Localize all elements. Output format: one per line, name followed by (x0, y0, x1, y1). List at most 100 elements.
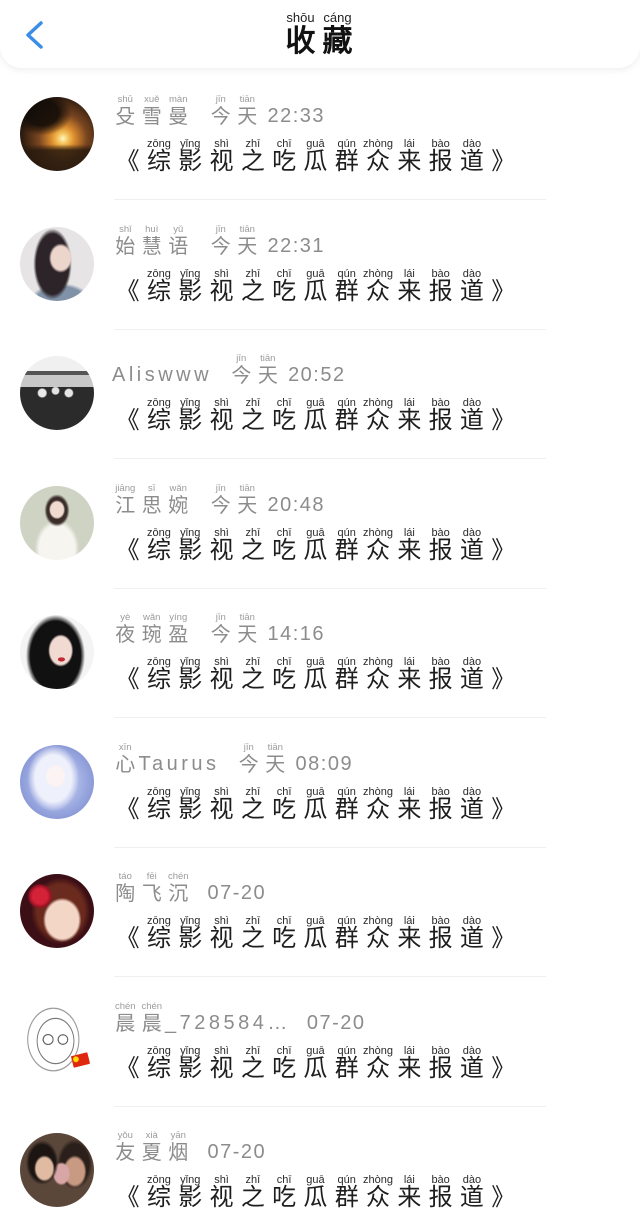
item-title[interactable]: 《 zōng 综 yǐng 影 shì 视 zhī 之 chī 吃 guā 瓜 qún 群 zhòng 众 lái… (112, 786, 519, 823)
title-char-cell: zōng 综 (143, 398, 174, 433)
title-char-cell: dào 道 (456, 1045, 487, 1082)
title-char: 来 (397, 1053, 422, 1082)
title-char-cell: chī 吃 (268, 1175, 299, 1210)
title-char: 影 (178, 1053, 203, 1082)
divider (114, 458, 546, 459)
title-char: 视 (209, 1183, 234, 1211)
time-segment: jīn 今 (208, 224, 235, 257)
favorite-item[interactable]: shǐ 始 huì 慧 yǔ 语 jīn 今 tiān 天 22:31 《 zōng 综 yǐng 影 shì 视… (0, 202, 640, 332)
author-name[interactable]: shū 殳 xuě 雪 màn 曼 (112, 95, 192, 128)
name-text: 烟 (168, 1140, 189, 1164)
title-char: 道 (459, 665, 484, 693)
author-name[interactable]: táo 陶 fēi 飞 chén 沉 (112, 872, 192, 905)
title-char: 道 (459, 1053, 484, 1082)
name-segment: xià 夏 (139, 1131, 166, 1164)
timestamp: jīn 今 tiān 天 14:16 (208, 613, 326, 646)
author-name[interactable]: jiāng 江 sī 思 wǎn 婉 (112, 483, 192, 516)
title-char: 群 (334, 924, 359, 952)
favorite-item[interactable]: shū 殳 xuě 雪 màn 曼 jīn 今 tiān 天 22:33 《 zōng 综 yǐng 影 shì… (0, 72, 640, 202)
name-segment: yān 烟 (165, 1131, 192, 1164)
title-char: 影 (178, 924, 203, 952)
avatar[interactable] (20, 485, 94, 560)
back-button[interactable] (20, 16, 50, 52)
avatar[interactable] (20, 97, 94, 171)
favorite-item[interactable]: yè 夜 wǎn 琬 yíng 盈 jīn 今 tiān 天 14:16 《 zōng 综 yǐng 影 shì… (0, 590, 640, 720)
title-char-cell: chī 吃 (268, 268, 299, 303)
time-text: 天 (237, 492, 258, 517)
title-char: 之 (240, 147, 265, 175)
author-name[interactable]: Aliswww (112, 354, 212, 386)
item-meta: táo 陶 fēi 飞 chén 沉 07-20 (112, 872, 266, 905)
avatar[interactable] (20, 744, 94, 819)
item-title[interactable]: 《 zōng 综 yǐng 影 shì 视 zhī 之 chī 吃 guā 瓜 qún 群 zhòng 众 lái… (112, 1175, 519, 1211)
title-char: 瓜 (303, 1183, 328, 1211)
favorite-item[interactable]: táo 陶 fēi 飞 chén 沉 07-20 《 zōng 综 yǐng 影 shì 视 zhī 之 chī… (0, 849, 640, 979)
title-char: 群 (334, 794, 359, 823)
title-char: 《 (115, 665, 140, 693)
favorite-item[interactable]: xīn 心 Taurus jīn 今 tiān 天 08:09 《 zōng 综 yǐng 影 shì 视 z… (0, 720, 640, 850)
avatar[interactable] (20, 226, 94, 301)
title-char-cell: qún 群 (331, 398, 362, 434)
author-name[interactable]: shǐ 始 huì 慧 yǔ 语 (112, 224, 192, 257)
name-segment: màn 曼 (165, 95, 192, 128)
avatar[interactable] (20, 874, 94, 948)
title-char: 视 (209, 665, 234, 693)
title-char-cell: yǐng 影 (175, 139, 206, 174)
title-char-cell: dào 道 (456, 786, 487, 821)
title-char-cell: 《 (112, 528, 143, 562)
favorite-item[interactable]: Aliswww jīn 今 tiān 天 20:52 《 zōng 综 yǐng 影 shì 视 zhī 之… (0, 331, 640, 461)
title-char-cell: chī 吃 (268, 139, 299, 175)
item-title[interactable]: 《 zōng 综 yǐng 影 shì 视 zhī 之 chī 吃 guā 瓜 qún 群 zhòng 众 lái… (112, 657, 519, 693)
name-segment: xīn 心 (112, 742, 139, 775)
title-char: 来 (397, 924, 422, 952)
time-segment: jīn 今 (208, 95, 235, 128)
favorite-item[interactable]: jiāng 江 sī 思 wǎn 婉 jīn 今 tiān 天 20:48 《 zōng 综 yǐng 影 sh… (0, 461, 640, 591)
time-segment: tiān 天 (255, 354, 282, 387)
title-char-cell: qún 群 (331, 1175, 362, 1210)
title-char-cell: lái 来 (394, 398, 425, 433)
favorite-item[interactable]: yǒu 友 xià 夏 yān 烟 07-20 《 zōng 综 yǐng 影 shì 视 zhī 之 chī 吃… (0, 1108, 640, 1228)
title-char-cell: bào 报 (425, 1045, 456, 1080)
title-char: 报 (428, 794, 453, 823)
time-text: 07-20 (207, 1141, 267, 1163)
item-title[interactable]: 《 zōng 综 yǐng 影 shì 视 zhī 之 chī 吃 guā 瓜 qún 群 zhòng 众 lái… (112, 916, 519, 952)
title-char: 吃 (272, 147, 297, 175)
title-char-cell: lái 来 (394, 139, 425, 174)
title-char: 群 (334, 406, 359, 434)
title-char-cell: dào 道 (456, 527, 487, 562)
title-char: 瓜 (303, 1053, 328, 1082)
timestamp: jīn 今 tiān 天 08:09 (236, 742, 354, 776)
name-segment: xuě 雪 (139, 95, 166, 128)
favorites-list: shū 殳 xuě 雪 màn 曼 jīn 今 tiān 天 22:33 《 zōng 综 yǐng 影 shì… (0, 72, 640, 1228)
time-text: 天 (265, 751, 286, 776)
title-char-cell: shì 视 (206, 916, 237, 951)
title-char: 《 (115, 794, 140, 823)
name-text: _728584… (165, 1011, 291, 1034)
author-name[interactable]: xīn 心 Taurus (112, 742, 220, 775)
pinyin: jīn (215, 482, 226, 494)
avatar[interactable] (20, 1133, 94, 1207)
title-char-cell: bào 报 (425, 527, 456, 562)
avatar[interactable] (20, 615, 94, 689)
time-text: 今 (238, 751, 259, 776)
title-char-cell: zhī 之 (237, 398, 268, 433)
time-text: 天 (237, 233, 258, 258)
title-char: 之 (240, 1053, 265, 1082)
item-title[interactable]: 《 zōng 综 yǐng 影 shì 视 zhī 之 chī 吃 guā 瓜 qún 群 zhòng 众 lái… (112, 268, 519, 303)
name-segment: chén 沉 (165, 872, 192, 905)
author-name[interactable]: yǒu 友 xià 夏 yān 烟 (112, 1131, 192, 1164)
item-title[interactable]: 《 zōng 综 yǐng 影 shì 视 zhī 之 chī 吃 guā 瓜 qún 群 zhòng 众 lái… (112, 139, 519, 175)
avatar[interactable] (20, 1003, 94, 1078)
avatar[interactable] (20, 356, 94, 430)
author-name[interactable]: chén 晨 chén 晨 _728584… (112, 1001, 291, 1034)
item-title[interactable]: 《 zōng 综 yǐng 影 shì 视 zhī 之 chī 吃 guā 瓜 qún 群 zhòng 众 lái… (112, 527, 519, 562)
favorite-item[interactable]: chén 晨 chén 晨 _728584… 07-20 《 zōng 综 yǐng 影 shì 视 zh… (0, 979, 640, 1109)
item-title[interactable]: 《 zōng 综 yǐng 影 shì 视 zhī 之 chī 吃 guā 瓜 qún 群 zhòng 众 lái… (112, 398, 519, 434)
item-title[interactable]: 《 zōng 综 yǐng 影 shì 视 zhī 之 chī 吃 guā 瓜 qún 群 zhòng 众 lái… (112, 1045, 519, 1082)
title-char-cell: bào 报 (425, 916, 456, 951)
title-char-cell: qún 群 (331, 1045, 362, 1080)
item-meta: chén 晨 chén 晨 _728584… 07-20 (112, 1001, 366, 1034)
title-char-cell: dào 道 (456, 398, 487, 433)
title-char-cell: dào 道 (456, 657, 487, 693)
author-name[interactable]: yè 夜 wǎn 琬 yíng 盈 (112, 613, 192, 646)
